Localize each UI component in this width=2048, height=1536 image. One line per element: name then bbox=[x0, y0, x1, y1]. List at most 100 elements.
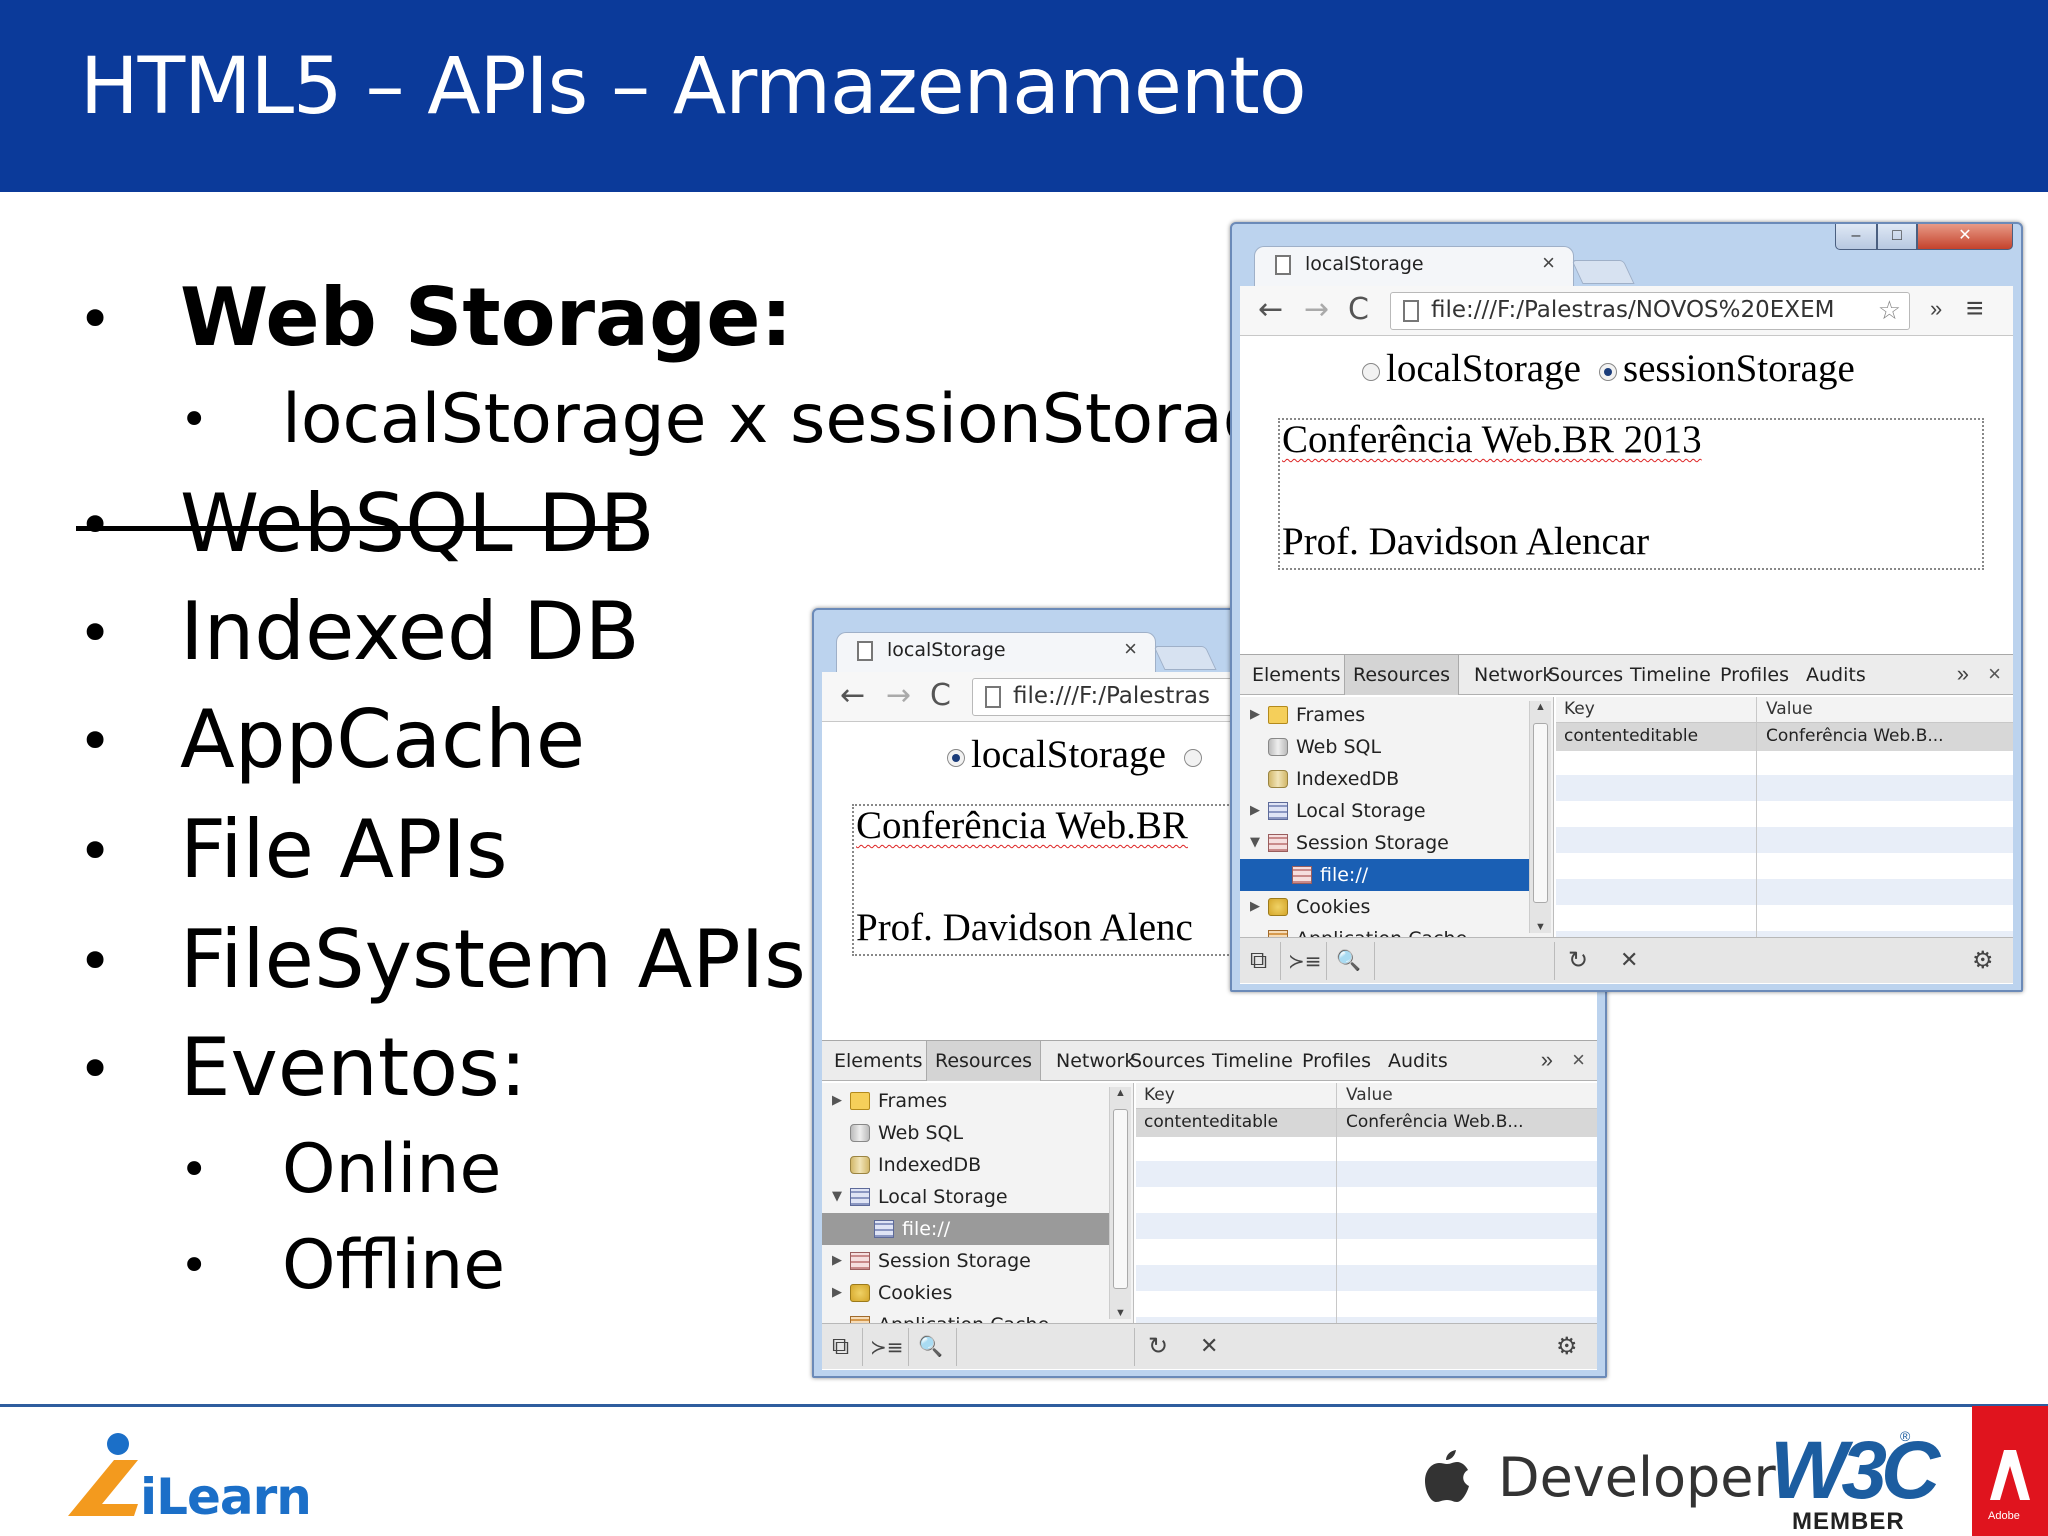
delete-icon[interactable]: ✕ bbox=[1620, 948, 1638, 973]
back-arrow-icon[interactable]: ← bbox=[840, 678, 865, 713]
devtools-status-bar: ⧉ ≻≡ 🔍 ↻ ✕ ⚙ bbox=[822, 1323, 1597, 1369]
console-icon[interactable]: ≻≡ bbox=[870, 1335, 904, 1359]
scroll-up-icon[interactable]: ▲ bbox=[1535, 701, 1546, 713]
new-tab-button[interactable] bbox=[1571, 260, 1635, 284]
scroll-down-icon[interactable]: ▼ bbox=[1535, 921, 1546, 933]
reload-icon[interactable]: C bbox=[1348, 292, 1369, 327]
tree-item-app-cache[interactable]: Application Cache bbox=[822, 1309, 1122, 1323]
tree-item-cookies[interactable]: ▶ Cookies bbox=[1240, 891, 1540, 923]
tab-resources[interactable]: Resources bbox=[926, 1041, 1042, 1081]
new-tab-button[interactable] bbox=[1153, 646, 1217, 670]
tree-item-origin[interactable]: file:// bbox=[822, 1213, 1122, 1245]
table-row[interactable]: contenteditable Conferência Web.B... bbox=[1556, 723, 2013, 751]
tree-item-app-cache[interactable]: Application Cache bbox=[1240, 923, 1540, 937]
refresh-icon[interactable]: ↻ bbox=[1148, 1332, 1168, 1360]
tab-timeline[interactable]: Timeline bbox=[1204, 1041, 1301, 1081]
tab-elements[interactable]: Elements bbox=[1244, 655, 1349, 695]
table-header: Key Value bbox=[1136, 1083, 1597, 1109]
key-column-header[interactable]: Key bbox=[1144, 1085, 1175, 1105]
tab-close-icon[interactable]: × bbox=[1124, 636, 1137, 662]
scroll-thumb[interactable] bbox=[1533, 723, 1548, 903]
expand-arrow-icon[interactable]: ▶ bbox=[1250, 795, 1260, 827]
more-tabs-icon[interactable]: » bbox=[1957, 661, 1969, 687]
tab-sources[interactable]: Sources bbox=[1122, 1041, 1213, 1081]
tab-timeline[interactable]: Timeline bbox=[1622, 655, 1719, 695]
forward-arrow-icon[interactable]: → bbox=[1304, 292, 1329, 327]
radio-session-storage[interactable] bbox=[1183, 749, 1202, 768]
tree-item-frames[interactable]: ▶ Frames bbox=[1240, 699, 1540, 731]
contenteditable-box[interactable]: Conferência Web.BR 2013 Prof. Davidson A… bbox=[1278, 418, 1984, 570]
settings-gear-icon[interactable]: ⚙ bbox=[1972, 946, 1994, 974]
address-bar[interactable]: file:///F:/Palestras/NOVOS%20EXEM ☆ bbox=[1390, 292, 1910, 330]
tab-audits[interactable]: Audits bbox=[1798, 655, 1874, 695]
tab-sources[interactable]: Sources bbox=[1540, 655, 1631, 695]
bullet-text: File APIs bbox=[180, 803, 508, 896]
expand-arrow-icon[interactable]: ▶ bbox=[1250, 891, 1260, 923]
indexeddb-icon bbox=[1268, 770, 1288, 788]
table-row[interactable]: contenteditable Conferência Web.B... bbox=[1136, 1109, 1597, 1137]
tab-elements[interactable]: Elements bbox=[826, 1041, 931, 1081]
tab-close-icon[interactable]: × bbox=[1542, 250, 1555, 276]
storage-table: Key Value contenteditable Conferência We… bbox=[1136, 1083, 1597, 1323]
refresh-icon[interactable]: ↻ bbox=[1568, 946, 1588, 974]
more-tabs-icon[interactable]: » bbox=[1541, 1047, 1553, 1073]
expand-arrow-icon[interactable]: ▶ bbox=[832, 1277, 842, 1309]
footer-divider bbox=[0, 1404, 2048, 1407]
tab-profiles[interactable]: Profiles bbox=[1712, 655, 1797, 695]
tree-item-local-storage[interactable]: ▶ Local Storage bbox=[1240, 795, 1540, 827]
scroll-thumb[interactable] bbox=[1113, 1109, 1128, 1289]
tab-resources[interactable]: Resources bbox=[1344, 655, 1460, 695]
value-cell: Conferência Web.B... bbox=[1346, 1112, 1524, 1132]
scroll-up-icon[interactable]: ▲ bbox=[1115, 1087, 1126, 1099]
key-column-header[interactable]: Key bbox=[1564, 699, 1595, 719]
settings-gear-icon[interactable]: ⚙ bbox=[1556, 1332, 1578, 1360]
delete-icon[interactable]: ✕ bbox=[1200, 1334, 1218, 1359]
tree-item-cookies[interactable]: ▶ Cookies bbox=[822, 1277, 1122, 1309]
search-icon[interactable]: 🔍 bbox=[1336, 948, 1361, 972]
menu-icon[interactable]: ≡ bbox=[1966, 292, 1984, 326]
dock-icon[interactable]: ⧉ bbox=[1250, 946, 1267, 974]
dock-icon[interactable]: ⧉ bbox=[832, 1332, 849, 1360]
forward-arrow-icon[interactable]: → bbox=[886, 678, 911, 713]
tree-scrollbar[interactable]: ▲ ▼ bbox=[1529, 701, 1551, 933]
expand-arrow-icon[interactable]: ▶ bbox=[832, 1085, 842, 1117]
radio-session-storage[interactable] bbox=[1598, 363, 1617, 382]
bullet-text: Online bbox=[282, 1130, 502, 1209]
tree-item-frames[interactable]: ▶ Frames bbox=[822, 1085, 1122, 1117]
adobe-a-icon bbox=[1990, 1450, 2030, 1500]
devtools-close-icon[interactable]: × bbox=[1988, 661, 2001, 687]
console-icon[interactable]: ≻≡ bbox=[1288, 949, 1322, 973]
table-header: Key Value bbox=[1556, 697, 2013, 723]
extensions-more-icon[interactable]: » bbox=[1930, 296, 1942, 322]
value-column-header[interactable]: Value bbox=[1766, 699, 1813, 719]
radio-local-storage[interactable] bbox=[947, 749, 965, 768]
tree-item-session-storage[interactable]: ▶ Session Storage bbox=[822, 1245, 1122, 1277]
bullet-dot: • bbox=[78, 707, 113, 775]
scroll-down-icon[interactable]: ▼ bbox=[1115, 1307, 1126, 1319]
tree-item-local-storage[interactable]: ▼ Local Storage bbox=[822, 1181, 1122, 1213]
tree-scrollbar[interactable]: ▲ ▼ bbox=[1109, 1087, 1131, 1319]
bullet-dot: • bbox=[180, 1142, 209, 1198]
collapse-arrow-icon[interactable]: ▼ bbox=[1250, 827, 1260, 859]
reload-icon[interactable]: C bbox=[930, 678, 951, 713]
tree-item-websql[interactable]: Web SQL bbox=[822, 1117, 1122, 1149]
browser-tab[interactable]: localStorage × bbox=[836, 632, 1156, 672]
devtools-close-icon[interactable]: × bbox=[1572, 1047, 1585, 1073]
radio-local-storage[interactable] bbox=[1362, 363, 1380, 382]
search-icon[interactable]: 🔍 bbox=[918, 1334, 943, 1358]
tree-item-indexeddb[interactable]: IndexedDB bbox=[1240, 763, 1540, 795]
tree-item-session-storage[interactable]: ▼ Session Storage bbox=[1240, 827, 1540, 859]
tree-item-origin[interactable]: file:// bbox=[1240, 859, 1540, 891]
collapse-arrow-icon[interactable]: ▼ bbox=[832, 1181, 842, 1213]
tab-audits[interactable]: Audits bbox=[1380, 1041, 1456, 1081]
expand-arrow-icon[interactable]: ▶ bbox=[1250, 699, 1260, 731]
bookmark-star-icon[interactable]: ☆ bbox=[1878, 295, 1901, 326]
expand-arrow-icon[interactable]: ▶ bbox=[832, 1245, 842, 1277]
value-column-header[interactable]: Value bbox=[1346, 1085, 1393, 1105]
browser-tab[interactable]: localStorage × bbox=[1254, 246, 1574, 286]
tree-item-indexeddb[interactable]: IndexedDB bbox=[822, 1149, 1122, 1181]
back-arrow-icon[interactable]: ← bbox=[1258, 292, 1283, 327]
cookie-icon bbox=[850, 1284, 870, 1302]
tab-profiles[interactable]: Profiles bbox=[1294, 1041, 1379, 1081]
tree-item-websql[interactable]: Web SQL bbox=[1240, 731, 1540, 763]
